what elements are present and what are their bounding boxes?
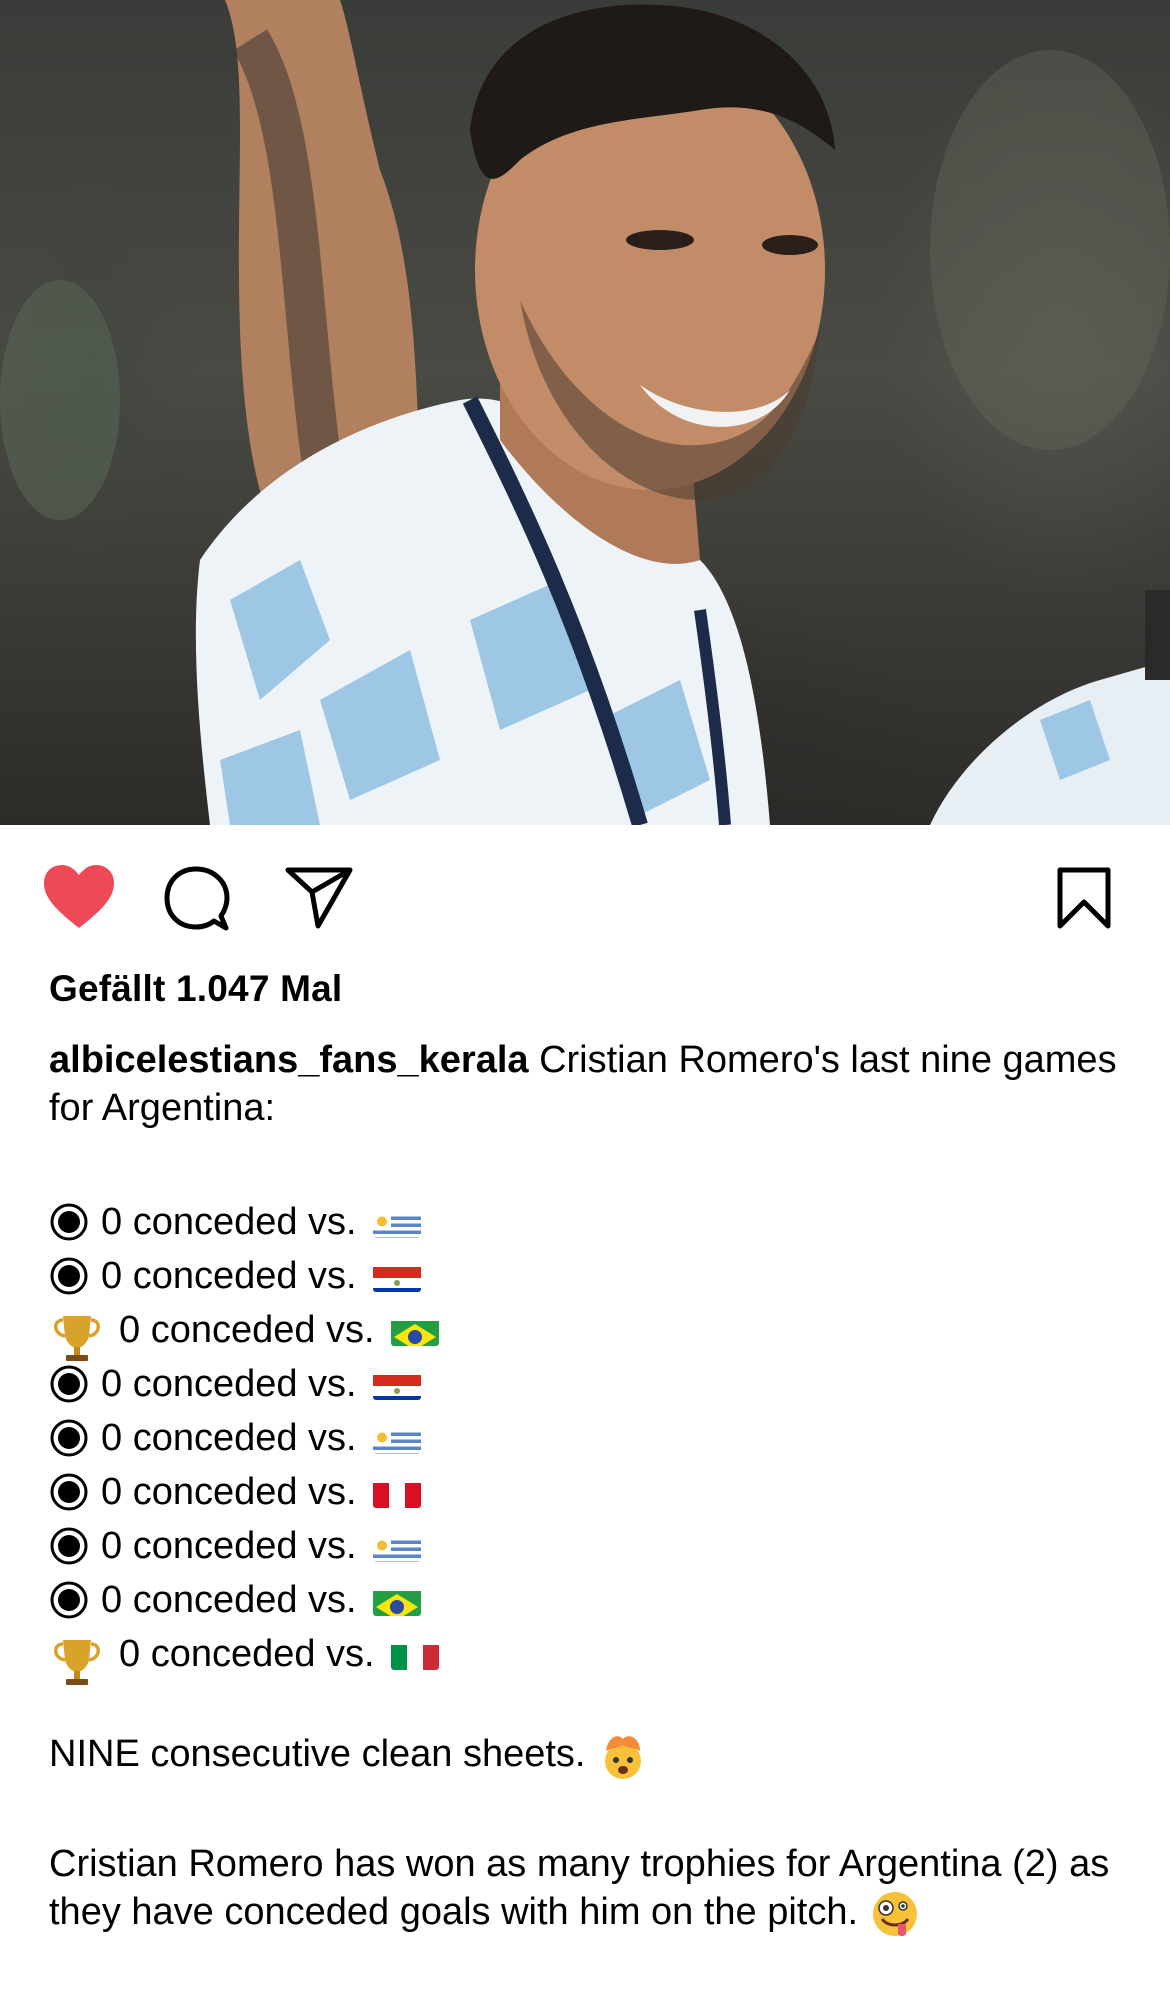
trophy-icon (49, 1310, 105, 1361)
peru-flag-icon (372, 1476, 421, 1508)
game-text: 0 conceded vs. (101, 1362, 357, 1405)
bullet-icon (49, 1418, 89, 1458)
bullet-icon (49, 1202, 89, 1242)
italy-flag-icon (390, 1638, 439, 1670)
list-item: 0 conceded vs. (49, 1301, 439, 1361)
uruguay-flag-icon (372, 1530, 421, 1562)
bullet-icon (49, 1364, 89, 1404)
uruguay-flag-icon (372, 1206, 421, 1238)
caption: albicelestians_fans_kerala Cristian Rome… (49, 1036, 1129, 1132)
clean-sheets-line: NINE consecutive clean sheets. (49, 1730, 648, 1781)
trophy-icon (49, 1634, 105, 1685)
list-item: 0 conceded vs. (49, 1193, 439, 1247)
comment-icon[interactable] (164, 866, 230, 937)
game-text: 0 conceded vs. (119, 1632, 375, 1675)
bullet-icon (49, 1472, 89, 1512)
closing-paragraph: Cristian Romero has won as many trophies… (49, 1840, 1139, 1939)
bullet-icon (49, 1256, 89, 1296)
game-text: 0 conceded vs. (119, 1308, 375, 1351)
paraguay-flag-icon (372, 1368, 421, 1400)
clean-sheets-text: NINE consecutive clean sheets. (49, 1733, 586, 1775)
bullet-icon (49, 1580, 89, 1620)
game-text: 0 conceded vs. (101, 1578, 357, 1621)
game-text: 0 conceded vs. (101, 1254, 357, 1297)
list-item: 0 conceded vs. (49, 1517, 439, 1571)
game-text: 0 conceded vs. (101, 1470, 357, 1513)
player-photo-illustration (0, 0, 1170, 825)
list-item: 0 conceded vs. (49, 1571, 439, 1625)
games-list: 0 conceded vs. 0 conceded vs. 0 conceded v… (49, 1193, 439, 1685)
game-text: 0 conceded vs. (101, 1416, 357, 1459)
closing-text: Cristian Romero has won as many trophies… (49, 1843, 1110, 1933)
brazil-flag-icon (372, 1584, 421, 1616)
send-icon[interactable] (284, 866, 354, 935)
brazil-flag-icon (390, 1314, 439, 1346)
bookmark-icon[interactable] (1056, 866, 1112, 935)
game-text: 0 conceded vs. (101, 1524, 357, 1567)
list-item: 0 conceded vs. (49, 1355, 439, 1409)
exploding-head-icon (604, 1736, 641, 1779)
list-item: 0 conceded vs. (49, 1463, 439, 1517)
uruguay-flag-icon (372, 1422, 421, 1454)
bullet-icon (49, 1526, 89, 1566)
list-item: 0 conceded vs. (49, 1409, 439, 1463)
username-link[interactable]: albicelestians_fans_kerala (49, 1039, 529, 1081)
list-item: 0 conceded vs. (49, 1247, 439, 1301)
list-item: 0 conceded vs. (49, 1625, 439, 1685)
paraguay-flag-icon (372, 1260, 421, 1292)
post-photo[interactable] (0, 0, 1170, 825)
heart-filled-icon[interactable] (42, 864, 116, 935)
likes-count[interactable]: Gefällt 1.047 Mal (49, 968, 342, 1010)
game-text: 0 conceded vs. (101, 1200, 357, 1243)
zany-face-icon (873, 1891, 918, 1936)
